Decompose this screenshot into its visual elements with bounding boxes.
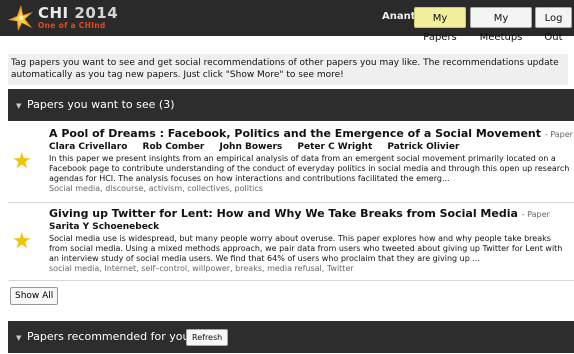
collapse-triangle-icon[interactable]: ▼: [16, 334, 21, 342]
author[interactable]: Sarita Y Schoenebeck: [49, 222, 159, 232]
paper-authors: Clara Crivellaro Rob Comber John Bowers …: [49, 142, 471, 152]
intro-text: Tag papers you want to see and get socia…: [8, 54, 568, 85]
star-icon[interactable]: ★: [12, 231, 32, 253]
star-icon[interactable]: ★: [12, 151, 32, 173]
paper-title[interactable]: Giving up Twitter for Lent: How and Why …: [49, 207, 550, 220]
author[interactable]: Peter C Wright: [297, 142, 372, 152]
collapse-triangle-icon[interactable]: ▼: [16, 102, 21, 110]
author[interactable]: Rob Comber: [143, 142, 205, 152]
paper-abstract: In this paper we present insights from a…: [49, 154, 570, 183]
logo-title: CHI 2014: [38, 4, 119, 22]
author[interactable]: Patrick Olivier: [387, 142, 459, 152]
divider: [8, 280, 574, 281]
paper-keywords: Social media, discourse, activism, colle…: [49, 184, 263, 193]
section-papers-recommended[interactable]: ▼ Papers recommended for you Refresh: [8, 321, 574, 353]
paper-authors: Sarita Y Schoenebeck: [49, 222, 171, 232]
author[interactable]: John Bowers: [220, 142, 283, 152]
logo-tagline: One of a CHInd: [38, 21, 106, 30]
paper-abstract: Social media use is widespread, but many…: [49, 234, 563, 263]
show-all-button[interactable]: Show All: [10, 287, 59, 305]
paper-item: ★ Giving up Twitter for Lent: How and Wh…: [8, 207, 574, 277]
starburst-logo-icon: [8, 5, 33, 31]
divider: [8, 202, 574, 203]
log-out-button[interactable]: Log Out: [535, 7, 572, 43]
paper-title[interactable]: A Pool of Dreams : Facebook, Politics an…: [49, 127, 573, 140]
username: Anant: [382, 11, 416, 22]
top-bar: CHI 2014 One of a CHInd Anant My Papers …: [0, 0, 574, 43]
author[interactable]: Clara Crivellaro: [49, 142, 127, 152]
my-meetups-button[interactable]: My Meetups: [470, 7, 532, 43]
refresh-button[interactable]: Refresh: [186, 329, 229, 346]
section-title: Papers recommended for you: [27, 330, 190, 343]
section-papers-want[interactable]: ▼ Papers you want to see (3): [8, 89, 574, 121]
paper-keywords: social media, Internet, self–control, wi…: [49, 264, 354, 273]
chi-logo[interactable]: CHI 2014 One of a CHInd: [7, 4, 147, 32]
my-papers-button[interactable]: My Papers: [414, 7, 466, 43]
paper-item: ★ A Pool of Dreams : Facebook, Politics …: [8, 127, 574, 197]
section-title: Papers you want to see (3): [27, 98, 175, 111]
